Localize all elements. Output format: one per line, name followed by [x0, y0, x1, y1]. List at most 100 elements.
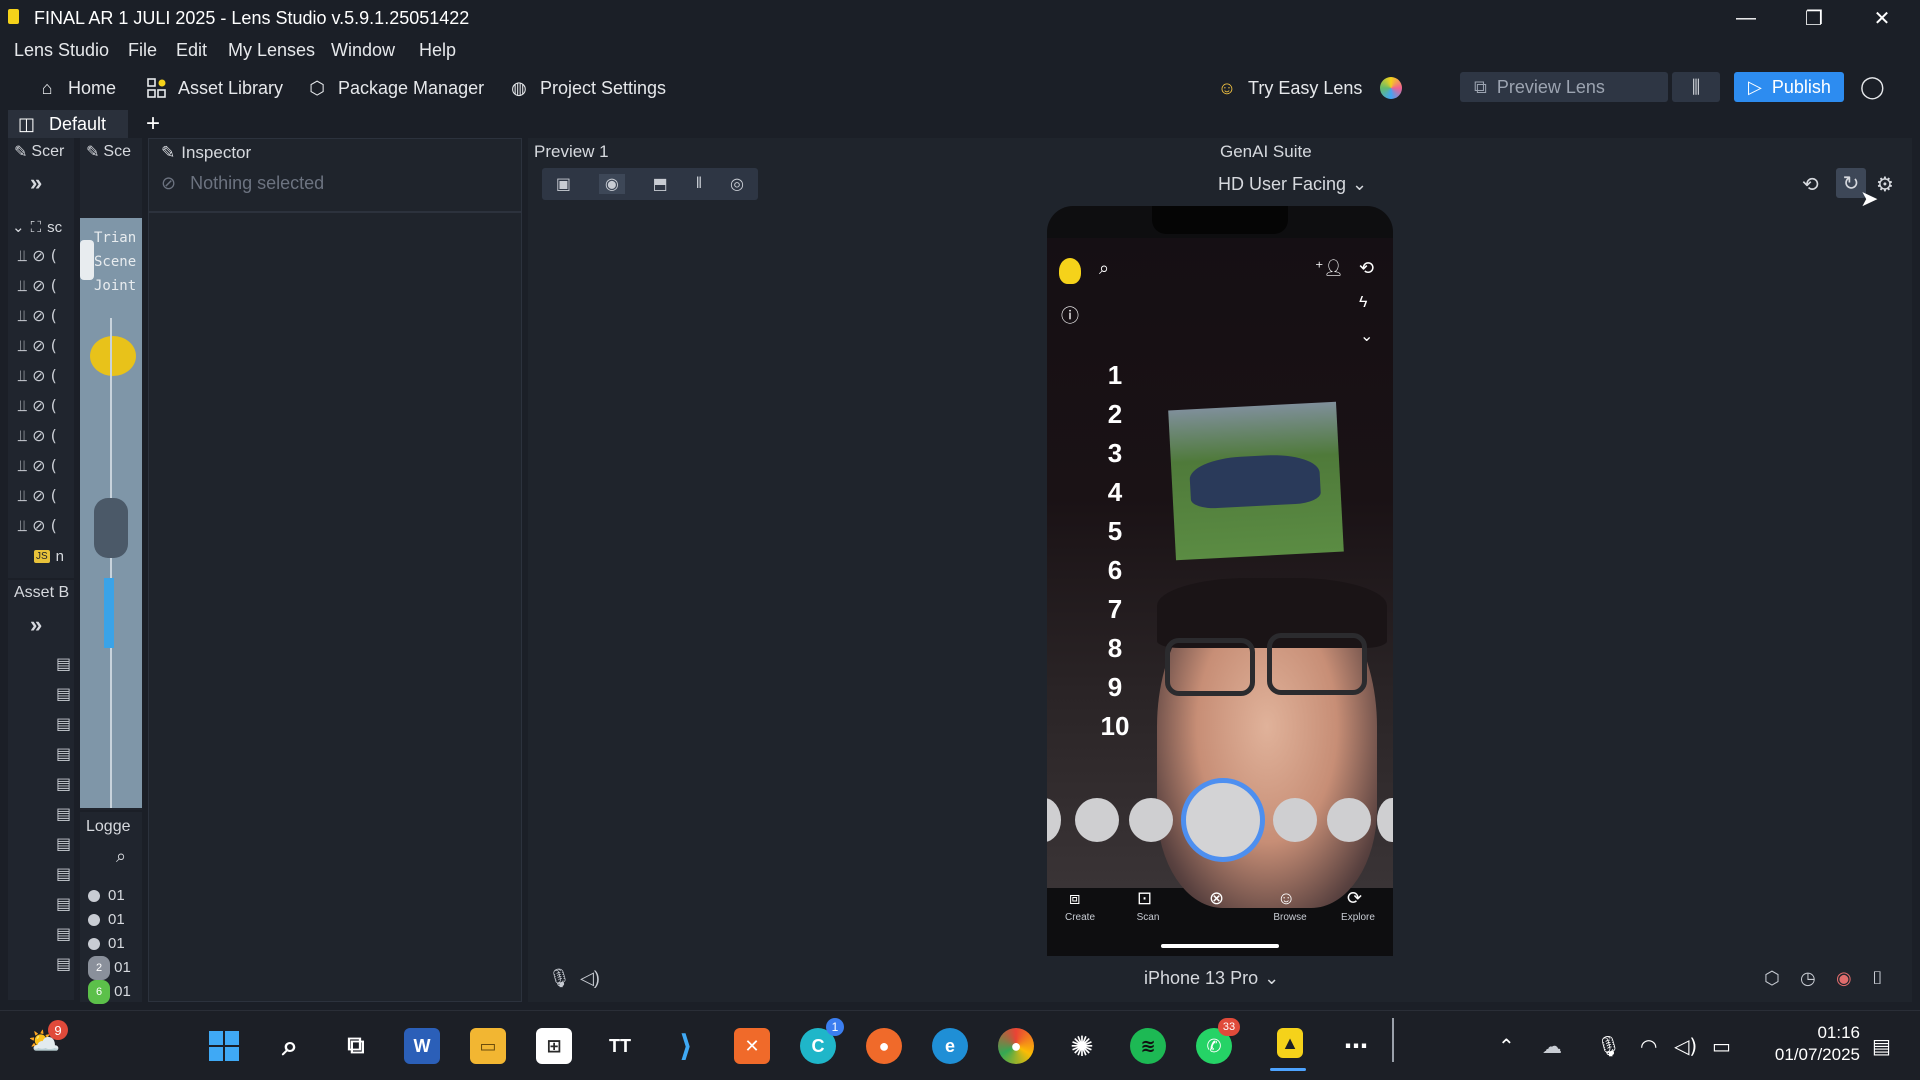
phone-preview[interactable]: ⌕ ⓘ ⁺👤︎ ⟲ ϟ ⌄ 1 2 3 4 5 6 7 8 9 10 ⧈ ⊡ ⊗…	[1047, 206, 1393, 956]
project-settings-button[interactable]: ◍ Project Settings	[508, 74, 666, 102]
more-apps-icon[interactable]: ⋯	[1338, 1028, 1374, 1064]
spotify-icon[interactable]: ≋	[1130, 1028, 1166, 1064]
close-lens-icon[interactable]: ⊗	[1209, 888, 1224, 909]
image-preview-icon[interactable]: ▣	[556, 174, 571, 194]
scene-root-row[interactable]: ⌄ ⛶ sc	[12, 218, 62, 237]
menu-my-lenses[interactable]: My Lenses	[228, 40, 315, 61]
package-manager-button[interactable]: ⬡ Package Manager	[306, 74, 484, 102]
asset-library-button[interactable]: Asset Library	[146, 74, 283, 102]
mic-off-icon[interactable]: 🎙︎	[548, 968, 571, 989]
scene-object-row[interactable]: ⫫ ⊘ (	[18, 366, 57, 386]
log-row[interactable]: 01	[88, 932, 131, 956]
task-view-icon[interactable]: ⧉	[338, 1028, 374, 1064]
layout-tab-default[interactable]: ◫ Default	[8, 110, 128, 138]
camera-mode-dropdown[interactable]: HD User Facing ⌄	[1218, 174, 1367, 195]
expand-panel-icon[interactable]: »	[30, 170, 42, 196]
microsoft-store-icon[interactable]: ⊞	[536, 1028, 572, 1064]
asset-file-icon[interactable]: ▤	[56, 920, 71, 950]
lens-carousel-item[interactable]	[1273, 798, 1317, 842]
scene-object-row[interactable]: ⫫ ⊘ (	[18, 456, 57, 476]
asset-file-icon[interactable]: ▤	[56, 890, 71, 920]
genai-title[interactable]: GenAI Suite	[1220, 142, 1312, 162]
expand-panel-icon[interactable]: »	[30, 612, 42, 638]
scene-viewport[interactable]: Trian Scene Joint	[80, 218, 142, 808]
scene-hierarchy-tab[interactable]: ✎ Scer	[14, 142, 64, 162]
wifi-icon[interactable]: ◠	[1640, 1034, 1657, 1058]
scene-object-row[interactable]: ⫫ ⊘ (	[18, 276, 57, 296]
microphone-icon[interactable]: 🎙︎	[1596, 1034, 1621, 1058]
eye-icon[interactable]: ◎	[730, 174, 744, 194]
vscode-icon[interactable]: ⟩	[668, 1028, 704, 1064]
flip-camera-icon[interactable]: ⟲	[1802, 172, 1819, 197]
chatgpt-icon[interactable]: ✺	[1064, 1028, 1100, 1064]
lens-carousel-item[interactable]	[1075, 798, 1119, 842]
asset-file-icon[interactable]: ▤	[56, 650, 71, 680]
search-icon[interactable]: ⌕	[116, 846, 126, 867]
lens-studio-taskbar-icon[interactable]: ▲	[1277, 1028, 1303, 1058]
bitmoji-icon[interactable]	[1059, 258, 1081, 284]
battery-icon[interactable]: ▭	[1712, 1034, 1731, 1058]
log-row[interactable]: 01	[88, 908, 131, 932]
add-layout-button[interactable]: +	[146, 110, 160, 138]
explore-icon[interactable]: ⟳	[1347, 888, 1362, 909]
scan-icon[interactable]: ⊡	[1137, 888, 1152, 909]
scene-object-row[interactable]: ⫫ ⊘ (	[18, 486, 57, 506]
scene-object-row[interactable]: ⫫ ⊘ (	[18, 336, 57, 356]
minimize-button[interactable]: —	[1716, 0, 1776, 36]
device-dropdown[interactable]: iPhone 13 Pro ⌄	[1144, 968, 1279, 989]
edge-icon[interactable]: e	[932, 1028, 968, 1064]
interactive-preview-icon[interactable]: ⬒	[653, 174, 668, 194]
asset-browser-title[interactable]: Asset B	[14, 584, 69, 602]
account-icon[interactable]: ◯	[1860, 74, 1885, 100]
search-icon[interactable]: ⌕	[272, 1028, 308, 1064]
log-row[interactable]: 01	[88, 884, 131, 908]
pause-icon[interactable]: ‖	[696, 175, 703, 193]
scene-object-row[interactable]: ⫫ ⊘ (	[18, 516, 57, 536]
xampp-icon[interactable]: ✕	[734, 1028, 770, 1064]
scene-object-row[interactable]: ⫫ ⊘ (	[18, 246, 57, 266]
lens-tools-button[interactable]: ⫼	[1672, 72, 1720, 102]
close-button[interactable]: ✕	[1852, 0, 1912, 36]
scene-object-row[interactable]: ⫫ ⊘ (	[18, 396, 57, 416]
timer-icon[interactable]: ◷	[1800, 968, 1816, 989]
flash-icon[interactable]: ϟ	[1359, 294, 1367, 312]
onedrive-icon[interactable]: ☁	[1542, 1034, 1562, 1058]
asset-file-icon[interactable]: ▤	[56, 830, 71, 860]
info-icon[interactable]: ⓘ	[1061, 302, 1079, 328]
lens-carousel-item[interactable]	[1129, 798, 1173, 842]
script-row[interactable]: JS n	[34, 548, 64, 565]
scene-object-row[interactable]: ⫫ ⊘ (	[18, 426, 57, 446]
publish-button[interactable]: ▷ Publish	[1734, 72, 1844, 102]
home-button[interactable]: ⌂ Home	[36, 74, 116, 102]
record-icon[interactable]: ◉	[1836, 968, 1852, 989]
log-row[interactable]: 6 01	[88, 980, 131, 1004]
try-easy-lens-button[interactable]: ☺ Try Easy Lens	[1216, 74, 1363, 102]
show-hidden-icons[interactable]: ⌃	[1498, 1034, 1515, 1058]
speaker-icon[interactable]: ◁)	[580, 968, 600, 989]
log-row[interactable]: 2 01	[88, 956, 131, 980]
menu-help[interactable]: Help	[419, 40, 456, 61]
maximize-button[interactable]: ❐	[1784, 0, 1844, 36]
asset-file-icon[interactable]: ▤	[56, 800, 71, 830]
camera-preview-icon[interactable]: ◉	[598, 174, 625, 194]
asset-file-icon[interactable]: ▤	[56, 770, 71, 800]
notification-icon[interactable]: ▤	[1872, 1034, 1891, 1058]
menu-edit[interactable]: Edit	[176, 40, 207, 61]
firefox-icon[interactable]: ●	[866, 1028, 902, 1064]
flip-camera-icon[interactable]: ⟲	[1359, 258, 1374, 279]
add-friend-icon[interactable]: ⁺👤︎	[1315, 258, 1344, 278]
capture-button[interactable]	[1181, 778, 1265, 862]
inspector-tab[interactable]: ✎ Inspector	[161, 143, 251, 163]
menu-lens-studio[interactable]: Lens Studio	[14, 40, 109, 61]
word-icon[interactable]: W	[404, 1028, 440, 1064]
menu-window[interactable]: Window	[331, 40, 395, 61]
search-icon[interactable]: ⌕	[1099, 258, 1109, 279]
lens-carousel-item[interactable]	[1327, 798, 1371, 842]
browse-icon[interactable]: ☺	[1277, 888, 1295, 909]
asset-file-icon[interactable]: ▤	[56, 680, 71, 710]
preview-lens-button[interactable]: ⧉ Preview Lens	[1460, 72, 1668, 102]
clock[interactable]: 01:16 01/07/2025	[1758, 1022, 1860, 1066]
scene-view-tab[interactable]: ✎ Sce	[86, 142, 131, 162]
screenshot-icon[interactable]: ⌷	[1872, 968, 1883, 989]
face-track-icon[interactable]: ⬡	[1764, 968, 1780, 989]
